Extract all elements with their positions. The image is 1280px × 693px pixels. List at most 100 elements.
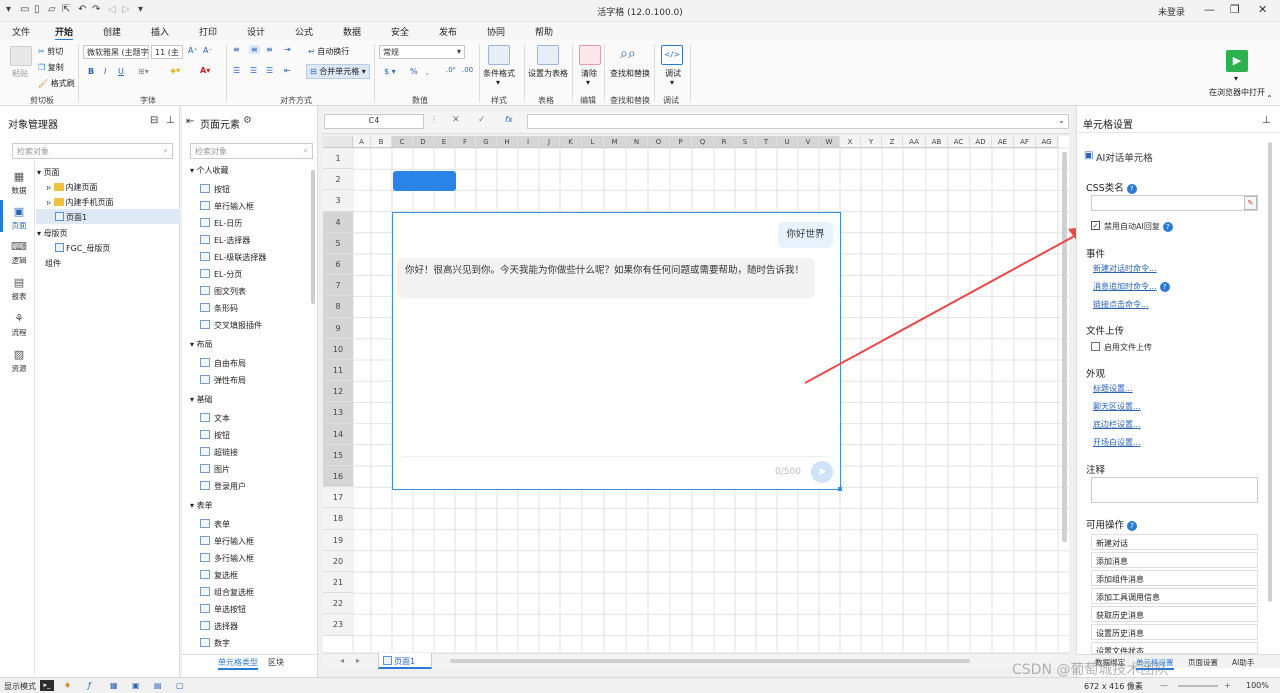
column-header[interactable]: X bbox=[840, 136, 861, 148]
element-item[interactable]: EL-日历 bbox=[200, 218, 242, 229]
zoom-in-icon[interactable]: + bbox=[1224, 681, 1231, 690]
font-color-icon[interactable]: A▾ bbox=[200, 66, 210, 75]
login-status[interactable]: 未登录 bbox=[1158, 5, 1185, 18]
resize-handle[interactable] bbox=[838, 487, 842, 491]
restore-icon[interactable]: ❐ bbox=[1230, 3, 1240, 16]
row-header[interactable]: 18 bbox=[323, 508, 353, 530]
nav-logic[interactable]: ⌨ 逻辑 bbox=[4, 240, 34, 266]
button-cell[interactable] bbox=[393, 171, 456, 191]
percent-icon[interactable]: % bbox=[410, 67, 418, 76]
tree-fgc-master[interactable]: FGC_母版页 bbox=[55, 243, 110, 254]
help-icon[interactable]: ? bbox=[1162, 222, 1173, 232]
op-get-history[interactable]: 获取历史消息 bbox=[1091, 606, 1258, 622]
row-header[interactable]: 21 bbox=[323, 572, 353, 594]
menu-data[interactable]: 数据 bbox=[343, 25, 361, 38]
column-header[interactable]: V bbox=[798, 136, 819, 148]
element-item[interactable]: 按钮 bbox=[200, 430, 230, 441]
new-icon[interactable]: ▯ bbox=[34, 4, 40, 15]
row-header[interactable]: 13 bbox=[323, 402, 353, 424]
row-header[interactable]: 9 bbox=[323, 317, 353, 339]
menu-file[interactable]: 文件 bbox=[12, 25, 30, 38]
element-item[interactable]: EL-级联选择器 bbox=[200, 252, 266, 263]
terminal-icon[interactable]: ▸_ bbox=[40, 680, 54, 691]
align-center-icon[interactable]: ☰ bbox=[250, 66, 257, 75]
cancel-icon[interactable]: ✕ bbox=[452, 115, 460, 125]
set-table-button[interactable]: 设置为表格 bbox=[528, 68, 568, 79]
column-header[interactable]: AF bbox=[1014, 136, 1036, 148]
row-header[interactable]: 1 bbox=[323, 148, 353, 170]
element-item[interactable]: 数字 bbox=[200, 638, 230, 649]
collapse-icon[interactable]: ⊟ bbox=[150, 115, 158, 126]
font-grow-icon[interactable]: A⁺ bbox=[188, 46, 198, 55]
tab-page-settings[interactable]: 页面设置 bbox=[1188, 657, 1218, 668]
bottom-bar-settings-link[interactable]: 底边栏设置... bbox=[1093, 419, 1141, 430]
bold-icon[interactable]: B bbox=[88, 67, 94, 76]
column-header[interactable]: B bbox=[371, 136, 392, 148]
note-input[interactable] bbox=[1091, 477, 1258, 503]
row-header[interactable]: 10 bbox=[323, 338, 353, 360]
tree-builtin-pages[interactable]: ▹ 内建页面 bbox=[47, 182, 98, 193]
debug-code-icon[interactable]: </> bbox=[661, 45, 683, 65]
tree-page1[interactable]: 页面1 bbox=[55, 212, 87, 223]
number-format-select[interactable]: 常规 ▾ bbox=[379, 45, 465, 59]
element-search-input[interactable]: 检索对象 ⌕ bbox=[190, 143, 313, 159]
menu-publish[interactable]: 发布 bbox=[439, 25, 457, 38]
help-icon[interactable]: ? bbox=[1126, 184, 1137, 194]
column-header[interactable]: I bbox=[518, 136, 539, 148]
open-in-browser-button[interactable]: 在浏览器中打开 bbox=[1209, 87, 1265, 98]
tab-blocks[interactable]: 区块 bbox=[268, 657, 284, 668]
align-top-icon[interactable]: ≡ bbox=[233, 45, 240, 54]
column-header[interactable]: F bbox=[455, 136, 476, 148]
element-section-header[interactable]: ▾ 布局 bbox=[190, 339, 213, 350]
row-header[interactable]: 2 bbox=[323, 169, 353, 191]
align-left-icon[interactable]: ☰ bbox=[233, 66, 240, 75]
frame-icon[interactable]: ▢ bbox=[176, 681, 184, 690]
nav-page[interactable]: ▣ 页面 bbox=[4, 205, 34, 231]
column-header[interactable]: Z bbox=[882, 136, 903, 148]
panel-collapse-icon[interactable]: ⇤ bbox=[186, 116, 194, 127]
menu-collab[interactable]: 协同 bbox=[487, 25, 505, 38]
column-header[interactable]: AD bbox=[970, 136, 992, 148]
menu-insert[interactable]: 插入 bbox=[151, 25, 169, 38]
merge-cells-button[interactable]: ⊟ 合并单元格 ▾ bbox=[306, 64, 370, 79]
column-header[interactable]: G bbox=[476, 136, 497, 148]
back-icon[interactable]: ◁ bbox=[108, 4, 116, 15]
element-item[interactable]: 多行输入框 bbox=[200, 553, 254, 564]
format-painter-button[interactable]: 🖌 格式刷 bbox=[38, 78, 75, 89]
row-header[interactable]: 20 bbox=[323, 550, 353, 572]
column-header[interactable]: AE bbox=[992, 136, 1014, 148]
currency-icon[interactable]: $ ▾ bbox=[384, 67, 396, 76]
table-icon[interactable] bbox=[537, 45, 559, 65]
new-chat-command-link[interactable]: 新建对话时命令... bbox=[1093, 263, 1157, 274]
column-header[interactable]: W bbox=[819, 136, 840, 148]
pin-icon[interactable]: ⊥ bbox=[166, 115, 175, 126]
op-add-component-message[interactable]: 添加组件消息 bbox=[1091, 570, 1258, 586]
column-header[interactable]: J bbox=[539, 136, 560, 148]
layout-icon[interactable]: ▣ bbox=[132, 681, 140, 690]
sheet-tab-page1[interactable]: 页面1 bbox=[378, 653, 432, 669]
element-section-header[interactable]: ▾ 基础 bbox=[190, 394, 213, 405]
element-item[interactable]: 表单 bbox=[200, 519, 230, 530]
prev-sheet-icon[interactable]: ◂ bbox=[340, 656, 344, 665]
row-header[interactable]: 22 bbox=[323, 593, 353, 615]
elements-scrollbar[interactable] bbox=[311, 170, 315, 304]
chat-input[interactable] bbox=[397, 456, 835, 488]
op-new-chat[interactable]: 新建对话 bbox=[1091, 534, 1258, 550]
fill-color-icon[interactable]: ◈▾ bbox=[170, 66, 180, 75]
element-item[interactable]: 组合复选框 bbox=[200, 587, 254, 598]
wrap-text-button[interactable]: ↩ 自动换行 bbox=[308, 46, 349, 57]
column-header[interactable]: E bbox=[434, 136, 455, 148]
increase-decimal-icon[interactable]: .0⁰ bbox=[446, 66, 456, 74]
element-item[interactable]: 自由布局 bbox=[200, 358, 246, 369]
element-item[interactable]: EL-分页 bbox=[200, 269, 242, 280]
menu-security[interactable]: 安全 bbox=[391, 25, 409, 38]
help-icon[interactable]: ? bbox=[1159, 282, 1170, 292]
gear-icon[interactable]: ⚙ bbox=[243, 115, 252, 126]
italic-icon[interactable]: I bbox=[104, 67, 106, 76]
row-header[interactable]: 7 bbox=[323, 275, 353, 297]
cell-reference-input[interactable]: C4 bbox=[324, 114, 424, 129]
indent-icon[interactable]: ⇥ bbox=[284, 45, 291, 54]
formula-input[interactable] bbox=[527, 114, 1069, 129]
find-replace-button[interactable]: 查找和替换 bbox=[610, 68, 650, 79]
element-item[interactable]: 登录用户 bbox=[200, 481, 246, 492]
